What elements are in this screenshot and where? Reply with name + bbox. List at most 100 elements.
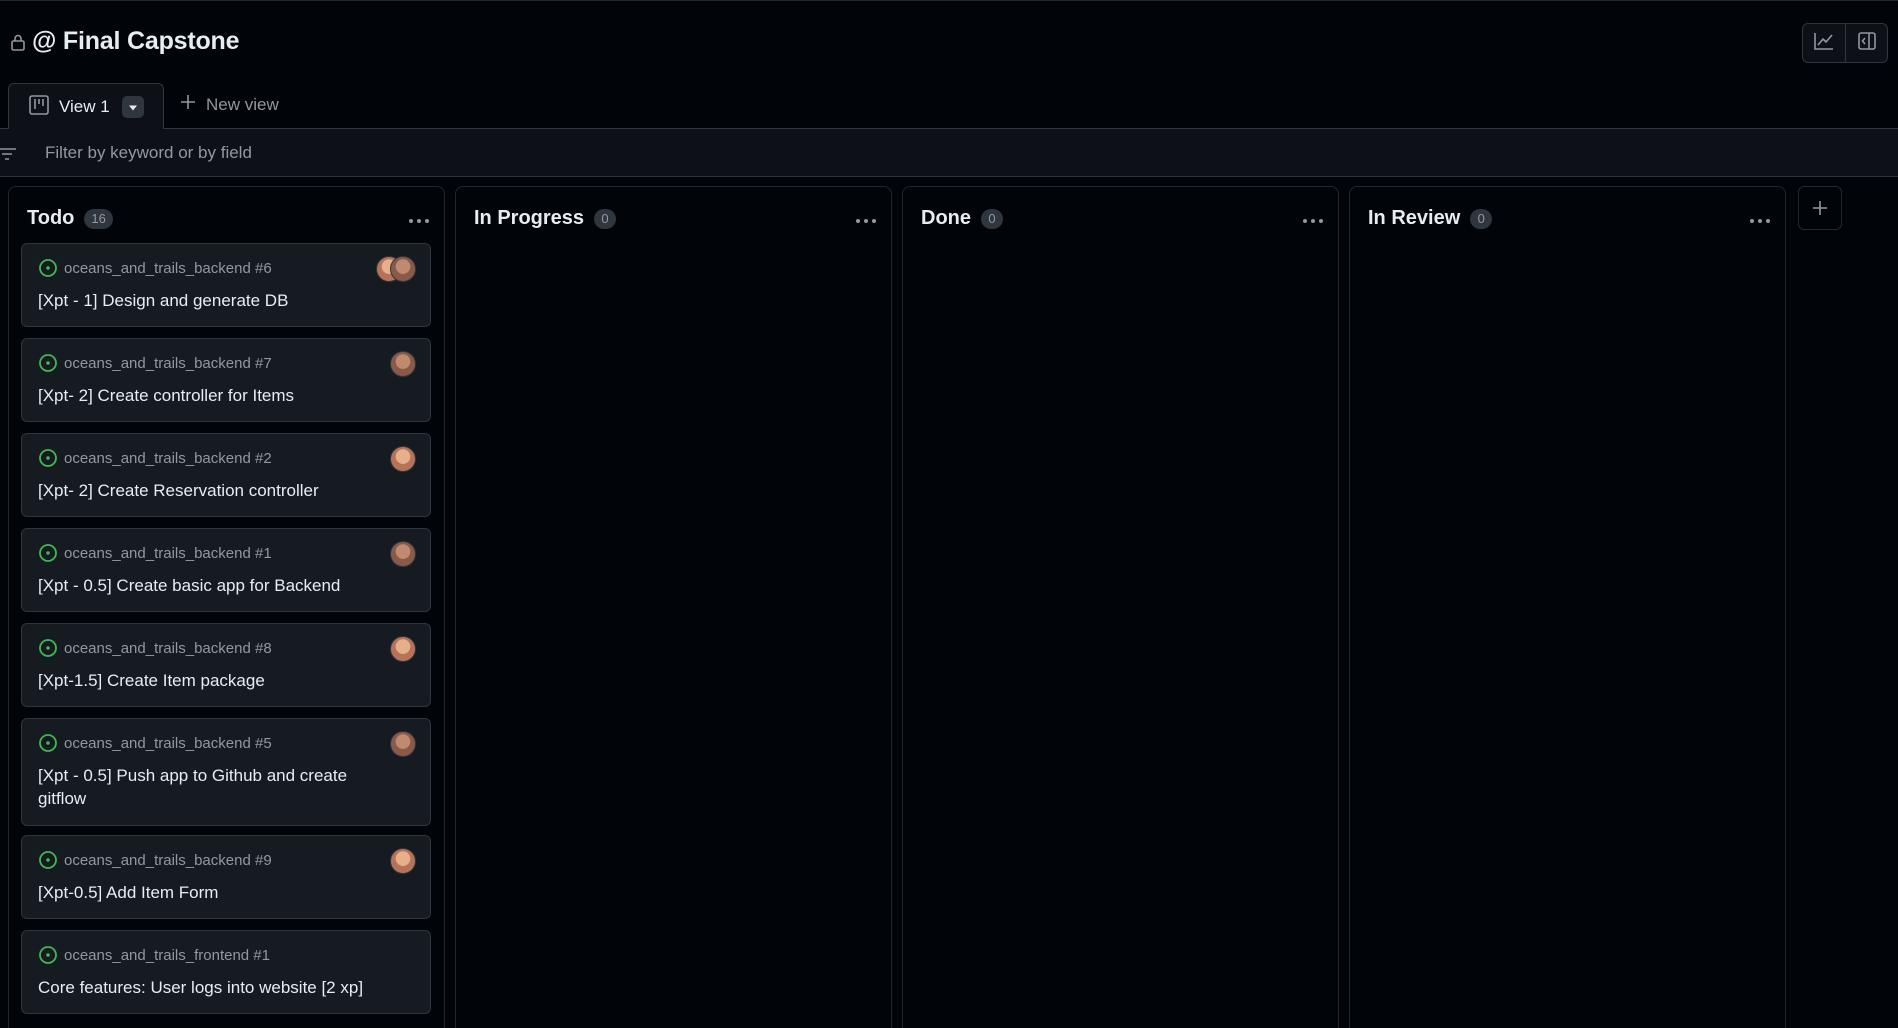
- card-title[interactable]: Core features: User logs into website [2…: [38, 976, 398, 999]
- issue-card[interactable]: oceans_and_trails_backend #5 [Xpt - 0.5] …: [21, 718, 431, 826]
- tab-view-1[interactable]: View 1: [8, 83, 164, 130]
- card-repo-line: oceans_and_trails_backend #8: [38, 638, 272, 658]
- issue-opened-icon: [39, 734, 57, 752]
- card-repo-line: oceans_and_trails_backend #2: [38, 448, 272, 468]
- card-repo-line: oceans_and_trails_backend #1: [38, 543, 272, 563]
- issue-opened-icon: [39, 354, 57, 372]
- issue-opened-icon: [39, 946, 57, 964]
- issue-opened-icon: [39, 449, 57, 467]
- project-title-wrap: @ Final Capstone: [10, 27, 240, 56]
- column-in-review: In Review 0: [1349, 186, 1786, 1028]
- card-title[interactable]: [Xpt- 2] Create Reservation controller: [38, 479, 398, 502]
- column-todo: Todo 16 oceans_and_trails_backend #6 [Xpt -…: [8, 186, 445, 1028]
- column-title: In Progress: [474, 207, 585, 229]
- issue-card[interactable]: oceans_and_trails_backend #7 [Xpt- 2] Cre…: [21, 338, 431, 422]
- card-title[interactable]: [Xpt - 0.5] Push app to Github and creat…: [38, 764, 398, 810]
- insights-button[interactable]: [1803, 24, 1845, 62]
- card-title[interactable]: [Xpt-1.5] Create Item package: [38, 669, 398, 692]
- card-assignees: [390, 446, 416, 472]
- issue-card[interactable]: oceans_and_trails_backend #9 [Xpt-0.5] Ad…: [21, 835, 431, 919]
- column-title: Todo: [27, 207, 75, 229]
- avatar[interactable]: [390, 446, 416, 472]
- filter-bar: [0, 129, 1898, 177]
- kebab-horizontal-icon: [409, 219, 429, 223]
- plus-icon: [180, 94, 196, 115]
- column-header: Done 0: [921, 207, 1003, 230]
- column-menu-button[interactable]: [1749, 211, 1771, 229]
- column-title: Done: [921, 207, 971, 229]
- avatar[interactable]: [390, 636, 416, 662]
- filter-icon: [0, 147, 16, 165]
- issue-card[interactable]: oceans_and_trails_backend #8 [Xpt-1.5] Cr…: [21, 623, 431, 707]
- header-actions: [1802, 23, 1888, 63]
- card-assignees: [390, 636, 416, 662]
- project-title[interactable]: @ Final Capstone: [32, 27, 240, 56]
- issue-card[interactable]: oceans_and_trails_backend #1 [Xpt - 0.5] …: [21, 528, 431, 612]
- project-board-app: @ Final Capstone View 1 New view Filter …: [0, 0, 1898, 1028]
- column-menu-button[interactable]: [855, 211, 877, 229]
- column-count-badge: 0: [981, 208, 1003, 229]
- avatar[interactable]: [390, 541, 416, 567]
- card-repo-reference[interactable]: oceans_and_trails_backend #9: [64, 852, 272, 869]
- card-repo-reference[interactable]: oceans_and_trails_backend #7: [64, 355, 272, 372]
- column-menu-button[interactable]: [408, 211, 430, 229]
- column-done: Done 0: [902, 186, 1339, 1028]
- column-header: In Progress 0: [474, 207, 617, 230]
- card-repo-reference[interactable]: oceans_and_trails_backend #6: [64, 260, 272, 277]
- issue-card[interactable]: oceans_and_trails_frontend #1 Core featur…: [21, 930, 431, 1014]
- avatar[interactable]: [390, 731, 416, 757]
- sidebar-icon: [1857, 31, 1876, 55]
- card-repo-reference[interactable]: oceans_and_trails_backend #1: [64, 545, 272, 562]
- card-title[interactable]: [Xpt- 2] Create controller for Items: [38, 384, 398, 407]
- column-count-badge: 16: [84, 208, 113, 229]
- card-repo-line: oceans_and_trails_backend #9: [38, 850, 272, 870]
- issue-opened-icon: [39, 639, 57, 657]
- card-repo-reference[interactable]: oceans_and_trails_backend #5: [64, 735, 272, 752]
- card-repo-line: oceans_and_trails_backend #7: [38, 353, 272, 373]
- issue-opened-icon: [39, 259, 57, 277]
- kebab-horizontal-icon: [1303, 219, 1323, 223]
- new-view-button[interactable]: New view: [180, 94, 279, 115]
- triangle-down-icon: [128, 98, 138, 116]
- view-options-button[interactable]: [121, 96, 144, 118]
- card-repo-reference[interactable]: oceans_and_trails_backend #8: [64, 640, 272, 657]
- filter-input[interactable]: [45, 141, 845, 165]
- card-repo-line: oceans_and_trails_backend #5: [38, 733, 272, 753]
- issue-card[interactable]: oceans_and_trails_backend #2 [Xpt- 2] Cre…: [21, 433, 431, 517]
- card-repo-line: oceans_and_trails_frontend #1: [38, 945, 270, 965]
- project-board-icon: [29, 94, 49, 120]
- card-repo-line: oceans_and_trails_backend #6: [38, 258, 272, 278]
- column-menu-button[interactable]: [1302, 211, 1324, 229]
- column-count-badge: 0: [594, 208, 617, 229]
- view-tabs: View 1 New view: [0, 82, 1898, 130]
- avatar[interactable]: [390, 256, 416, 282]
- column-title: In Review: [1368, 207, 1461, 229]
- board: Todo 16 oceans_and_trails_backend #6 [Xpt -…: [8, 186, 1898, 1028]
- card-title[interactable]: [Xpt - 0.5] Create basic app for Backend: [38, 574, 398, 597]
- kebab-horizontal-icon: [856, 219, 876, 223]
- column-header: In Review 0: [1368, 207, 1493, 230]
- card-assignees: [390, 351, 416, 377]
- avatar[interactable]: [390, 351, 416, 377]
- issue-card[interactable]: oceans_and_trails_backend #6 [Xpt - 1] De…: [21, 243, 431, 327]
- avatar[interactable]: [390, 848, 416, 874]
- card-title[interactable]: [Xpt - 1] Design and generate DB: [38, 289, 398, 312]
- issue-opened-icon: [39, 851, 57, 869]
- add-column-button[interactable]: [1798, 186, 1842, 230]
- card-assignees: [390, 848, 416, 874]
- new-view-label: New view: [206, 94, 279, 114]
- tab-view-1-label: View 1: [59, 97, 110, 116]
- card-assignees: [390, 541, 416, 567]
- project-header: @ Final Capstone: [0, 0, 1898, 82]
- issue-opened-icon: [39, 544, 57, 562]
- side-panel-button[interactable]: [1845, 24, 1887, 62]
- card-assignees: [390, 731, 416, 757]
- card-title[interactable]: [Xpt-0.5] Add Item Form: [38, 881, 398, 904]
- kebab-horizontal-icon: [1750, 219, 1770, 223]
- card-repo-reference[interactable]: oceans_and_trails_frontend #1: [64, 947, 270, 964]
- card-repo-reference[interactable]: oceans_and_trails_backend #2: [64, 450, 272, 467]
- plus-icon: [1813, 201, 1827, 215]
- lock-icon: [10, 33, 26, 51]
- column-count-badge: 0: [1470, 208, 1493, 229]
- column-header: Todo 16: [27, 207, 113, 230]
